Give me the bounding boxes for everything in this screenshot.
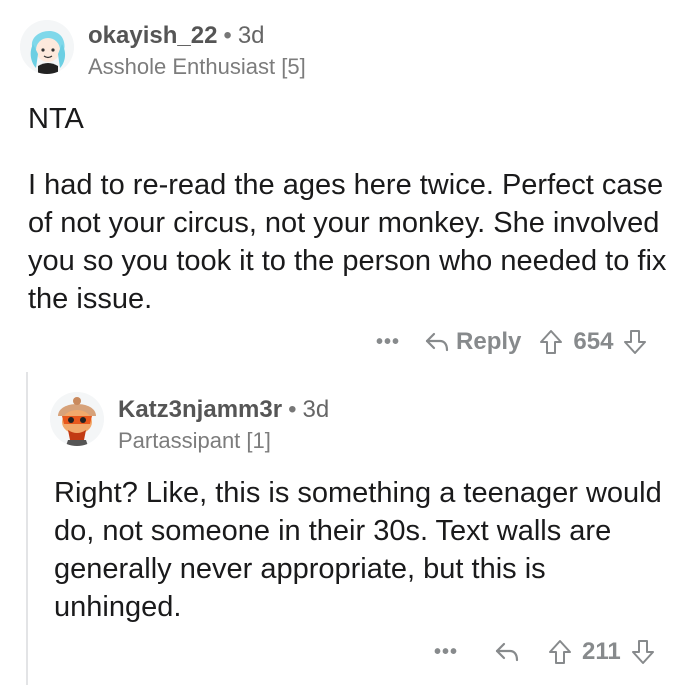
user-avatar[interactable] [20,20,74,74]
downvote-arrow-icon [631,640,654,664]
avatar-icon [20,20,74,74]
reply-icon [495,642,519,662]
upvote-arrow-icon [540,330,563,354]
comment-body: I had to re-read the ages here twice. Pe… [28,166,673,318]
comment-paragraph: NTA [28,103,84,135]
username[interactable]: okayish_22 [88,22,217,49]
reply-button[interactable]: Reply [424,328,521,356]
comment-meta: okayish_22 • 3d Asshole Enthusiast [5] [88,22,306,80]
more-options-button[interactable]: ••• [434,641,458,664]
upvote-button[interactable] [539,329,563,355]
separator-dot: • [223,22,232,49]
downvote-arrow-icon [624,330,647,354]
user-flair: Partassipant [1] [118,428,271,453]
reply-button[interactable] [494,641,520,663]
comment-paragraph: I had to re-read the ages here twice. Pe… [28,169,667,315]
comment-paragraph: Right? Like, this is something a teenage… [54,477,662,623]
comment-age: 3d [237,22,265,49]
comment-meta: Katz3njamm3r • 3d Partassipant [1] [118,396,329,454]
comment-body: Right? Like, this is something a teenage… [54,474,669,626]
comment-actions: ••• Reply 654 [376,328,647,356]
username[interactable]: Katz3njamm3r [118,396,282,423]
downvote-button[interactable] [631,639,655,665]
vote-score: 211 [582,638,621,665]
upvote-button[interactable] [548,639,572,665]
user-avatar[interactable] [50,392,104,446]
reply-icon [425,332,449,352]
more-options-button[interactable]: ••• [376,331,400,354]
downvote-button[interactable] [623,329,647,355]
comment-body: NTA [28,100,668,138]
vote-score: 654 [573,328,614,355]
comment-actions: ••• 211 [434,638,655,666]
thread-line[interactable] [26,372,28,685]
upvote-arrow-icon [549,640,572,664]
reply-label: Reply [456,328,522,355]
comment-age: 3d [302,396,330,423]
avatar-icon [50,392,104,446]
user-flair: Asshole Enthusiast [5] [88,54,306,79]
separator-dot: • [288,396,297,423]
